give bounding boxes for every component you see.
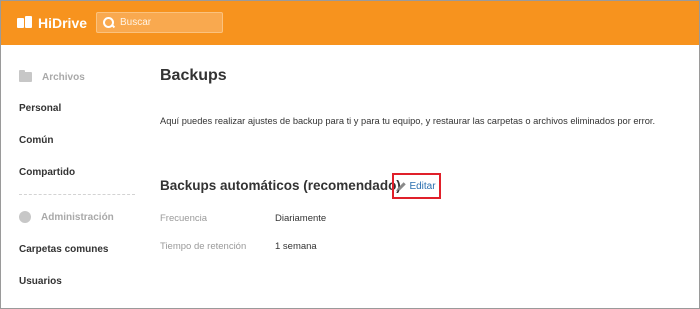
edit-button[interactable]: Editar — [392, 173, 441, 199]
sidebar-heading-files-label: Archivos — [42, 71, 85, 83]
search-icon — [103, 16, 115, 29]
gear-icon — [19, 211, 31, 223]
edit-label: Editar — [409, 180, 436, 192]
hidrive-logo-icon — [17, 16, 33, 30]
search-box[interactable] — [96, 12, 223, 33]
logo-text: HiDrive — [38, 15, 88, 31]
section-title: Backups automáticos (recomendado) — [160, 178, 401, 193]
sidebar-heading-admin-label: Administración — [41, 211, 114, 223]
pencil-icon — [397, 182, 407, 191]
folder-icon — [19, 70, 32, 82]
logo[interactable]: HiDrive — [17, 13, 87, 33]
sidebar-heading-admin[interactable]: Administración — [19, 209, 114, 225]
sidebar-item-usuarios[interactable]: Usuarios — [19, 276, 62, 287]
sidebar-divider — [19, 194, 135, 195]
frequency-value: Diariamente — [275, 213, 327, 224]
sidebar-item-comun[interactable]: Común — [19, 135, 53, 146]
sidebar-heading-files[interactable]: Archivos — [19, 69, 85, 85]
frequency-label: Frecuencia — [160, 213, 207, 224]
search-input[interactable] — [120, 17, 220, 28]
app-window: HiDrive Archivos Personal Común Comparti… — [0, 0, 700, 309]
sidebar-item-carpetas-comunes[interactable]: Carpetas comunes — [19, 244, 108, 255]
sidebar: Archivos Personal Común Compartido Admin… — [1, 45, 141, 308]
retention-label: Tiempo de retención — [160, 241, 247, 252]
top-bar: HiDrive — [1, 1, 699, 45]
sidebar-item-compartido[interactable]: Compartido — [19, 167, 75, 178]
retention-value: 1 semana — [275, 241, 317, 252]
page-description: Aquí puedes realizar ajustes de backup p… — [160, 116, 656, 126]
page-title: Backups — [160, 67, 227, 84]
sidebar-item-personal[interactable]: Personal — [19, 103, 61, 114]
